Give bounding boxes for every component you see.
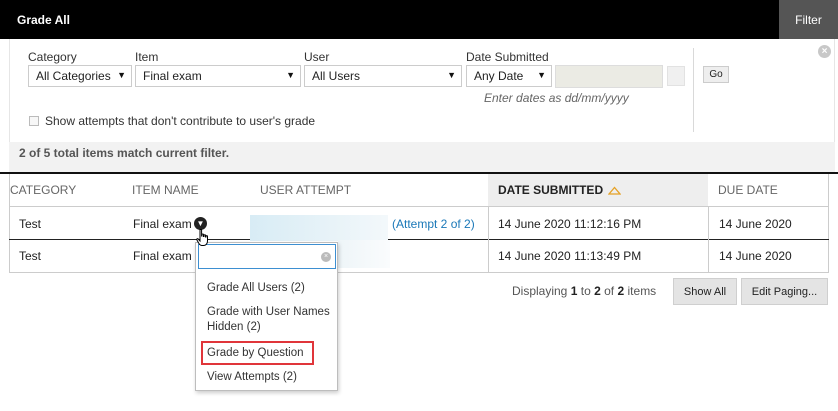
pagination-prefix: Displaying <box>512 284 568 298</box>
category-label: Category <box>28 50 77 64</box>
row2-date: 14 June 2020 11:13:49 PM <box>498 249 642 263</box>
pagination-suffix: items <box>627 284 657 298</box>
filter-tab[interactable]: Filter <box>779 0 838 39</box>
row1-item: Final exam <box>133 217 192 231</box>
dropdown-arrow-icon: ▼ <box>117 70 126 80</box>
row1-due: 14 June 2020 <box>719 217 792 231</box>
item-value: Final exam <box>143 69 202 83</box>
category-select[interactable]: All Categories ▼ <box>28 65 132 87</box>
header-category[interactable]: CATEGORY <box>10 183 76 197</box>
pagination-to-word: to <box>580 284 591 298</box>
date-value: Any Date <box>474 69 524 83</box>
menu-item-grade-all-users[interactable]: Grade All Users (2) <box>207 281 332 296</box>
pagination-from: 1 <box>570 284 578 298</box>
divider <box>693 48 694 132</box>
row1-date: 14 June 2020 11:12:16 PM <box>498 217 642 231</box>
hand-cursor-icon <box>196 228 210 247</box>
item-select[interactable]: Final exam ▼ <box>135 65 301 87</box>
edit-paging-button[interactable]: Edit Paging... <box>741 278 828 305</box>
page-title: Grade All <box>17 13 70 27</box>
row2-due: 14 June 2020 <box>719 249 792 263</box>
date-label: Date Submitted <box>466 50 549 64</box>
pagination-of-word: of <box>604 284 615 298</box>
date-hint: Enter dates as dd/mm/yyyy <box>484 91 629 105</box>
pagination-total: 2 <box>617 284 625 298</box>
highlight-box <box>201 341 314 365</box>
go-button[interactable]: Go <box>703 66 729 83</box>
date-input[interactable] <box>555 65 663 88</box>
row1-category: Test <box>19 217 42 231</box>
match-count-text: 2 of 5 total items match current filter. <box>19 146 230 160</box>
header-date-submitted-label: DATE SUBMITTED <box>498 183 604 197</box>
dropdown-arrow-icon: ▼ <box>447 70 456 80</box>
dropdown-arrow-icon: ▼ <box>286 70 295 80</box>
sort-ascending-icon <box>608 184 622 198</box>
item-label: Item <box>135 50 159 64</box>
header-item-name[interactable]: ITEM NAME <box>132 183 199 197</box>
user-select[interactable]: All Users ▼ <box>304 65 462 87</box>
column-divider <box>708 207 709 272</box>
row1-attempt-link[interactable]: (Attempt 2 of 2) <box>392 217 475 231</box>
show-attempts-label: Show attempts that don't contribute to u… <box>45 114 316 128</box>
show-all-button[interactable]: Show All <box>673 278 737 305</box>
user-name-redacted <box>338 240 390 268</box>
header-bar <box>0 0 838 39</box>
row2-category: Test <box>19 249 42 263</box>
pagination-text: Displaying 1 to 2 of 2 items <box>512 284 656 298</box>
pagination-to: 2 <box>594 284 601 298</box>
user-label: User <box>304 50 330 64</box>
menu-search-input[interactable] <box>198 244 336 269</box>
header-due-date[interactable]: DUE DATE <box>718 183 778 197</box>
header-date-submitted[interactable]: DATE SUBMITTED <box>498 183 622 198</box>
attempt-link-text: (Attempt 2 of 2) <box>392 217 475 231</box>
date-input-secondary[interactable] <box>667 66 685 86</box>
row2-item: Final exam <box>133 249 192 263</box>
date-select[interactable]: Any Date ▼ <box>466 65 552 87</box>
dropdown-arrow-icon: ▼ <box>537 70 546 80</box>
show-attempts-checkbox[interactable] <box>29 116 39 126</box>
row-divider <box>9 239 829 240</box>
category-value: All Categories <box>36 69 111 83</box>
user-value: All Users <box>312 69 361 83</box>
menu-item-view-attempts[interactable]: View Attempts (2) <box>207 370 332 385</box>
row-divider <box>9 272 829 273</box>
user-name-redacted <box>250 215 388 241</box>
clear-icon[interactable]: × <box>321 252 331 262</box>
menu-item-grade-names-hidden[interactable]: Grade with User Names Hidden (2) <box>207 305 335 335</box>
row-divider <box>9 206 829 207</box>
column-divider <box>488 207 489 272</box>
close-icon[interactable]: × <box>818 45 831 58</box>
header-user-attempt[interactable]: USER ATTEMPT <box>260 183 351 197</box>
